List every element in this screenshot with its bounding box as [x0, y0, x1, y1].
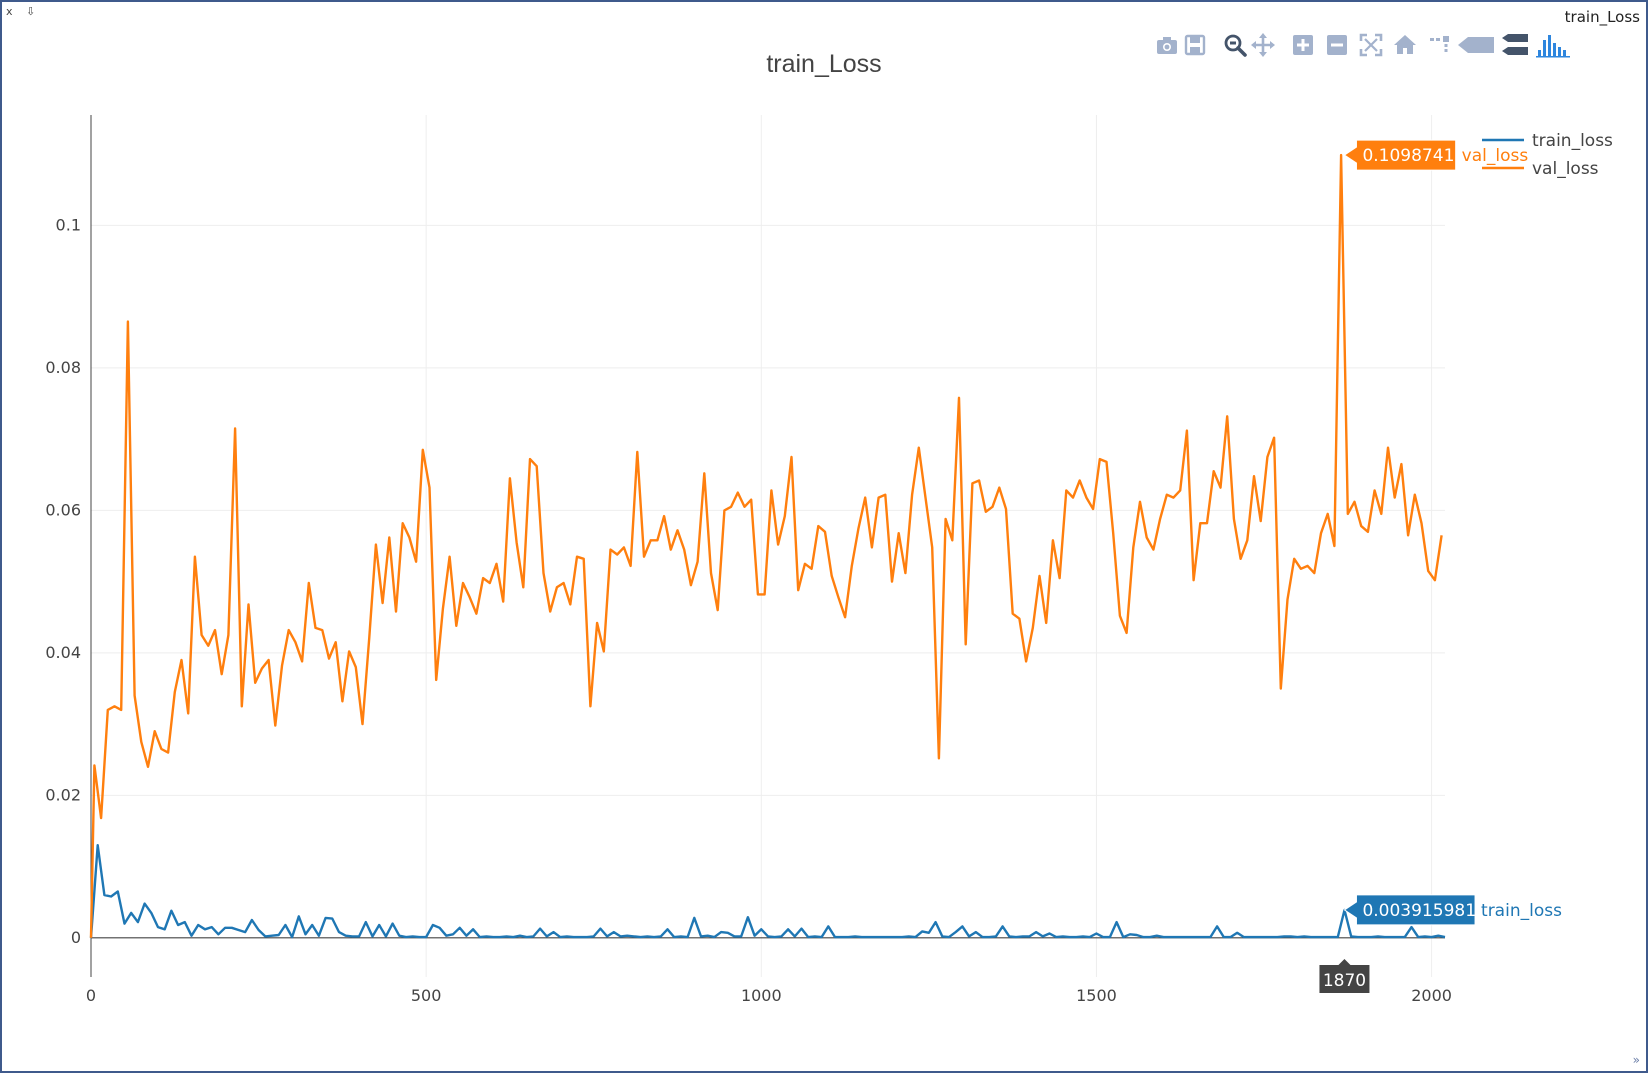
y-tick-label: 0.1 — [56, 215, 81, 234]
x-tick-label: 0 — [86, 986, 96, 1005]
y-tick-label: 0.04 — [45, 643, 81, 662]
chart-title: train_Loss — [766, 50, 881, 78]
x-tick-label: 2000 — [1411, 986, 1452, 1005]
hover-value-val: 0.1098741 — [1362, 146, 1454, 166]
y-tick-label: 0.02 — [45, 785, 81, 804]
y-tick-label: 0.08 — [45, 358, 81, 377]
resize-handle[interactable]: » — [1633, 1053, 1640, 1067]
axes: 0 500 1000 1500 2000 0 0.02 0.04 0.06 0.08 0.1 — [45, 115, 1452, 1005]
visdom-window: x ⇩ train_Loss train_Loss 0 500 1000 150… — [0, 0, 1648, 1073]
hover-labels: 0.1098741 val_loss 0.003915981 train_loss 18… — [1319, 139, 1562, 993]
line-chart[interactable]: train_Loss 0 500 1000 1500 2000 0 0.02 0.04 0.06… — [2, 2, 1646, 1071]
x-tick-label: 1000 — [741, 986, 782, 1005]
series-lines — [89, 153, 1446, 939]
legend-label-val-loss[interactable]: val_loss — [1532, 159, 1599, 179]
legend-label-train-loss[interactable]: train_loss — [1532, 131, 1613, 151]
x-tick-label: 500 — [411, 986, 442, 1005]
x-tick-label: 1500 — [1076, 986, 1117, 1005]
y-tick-label: 0 — [71, 928, 81, 947]
series-line-train-loss[interactable] — [89, 844, 1446, 939]
hover-value-x: 1870 — [1323, 971, 1366, 991]
hover-name-train: train_loss — [1481, 901, 1562, 921]
series-line-val-loss[interactable] — [89, 153, 1443, 938]
hover-name-val: val_loss — [1462, 146, 1529, 166]
hover-value-train: 0.003915981 — [1362, 901, 1476, 921]
y-tick-label: 0.06 — [45, 500, 81, 519]
